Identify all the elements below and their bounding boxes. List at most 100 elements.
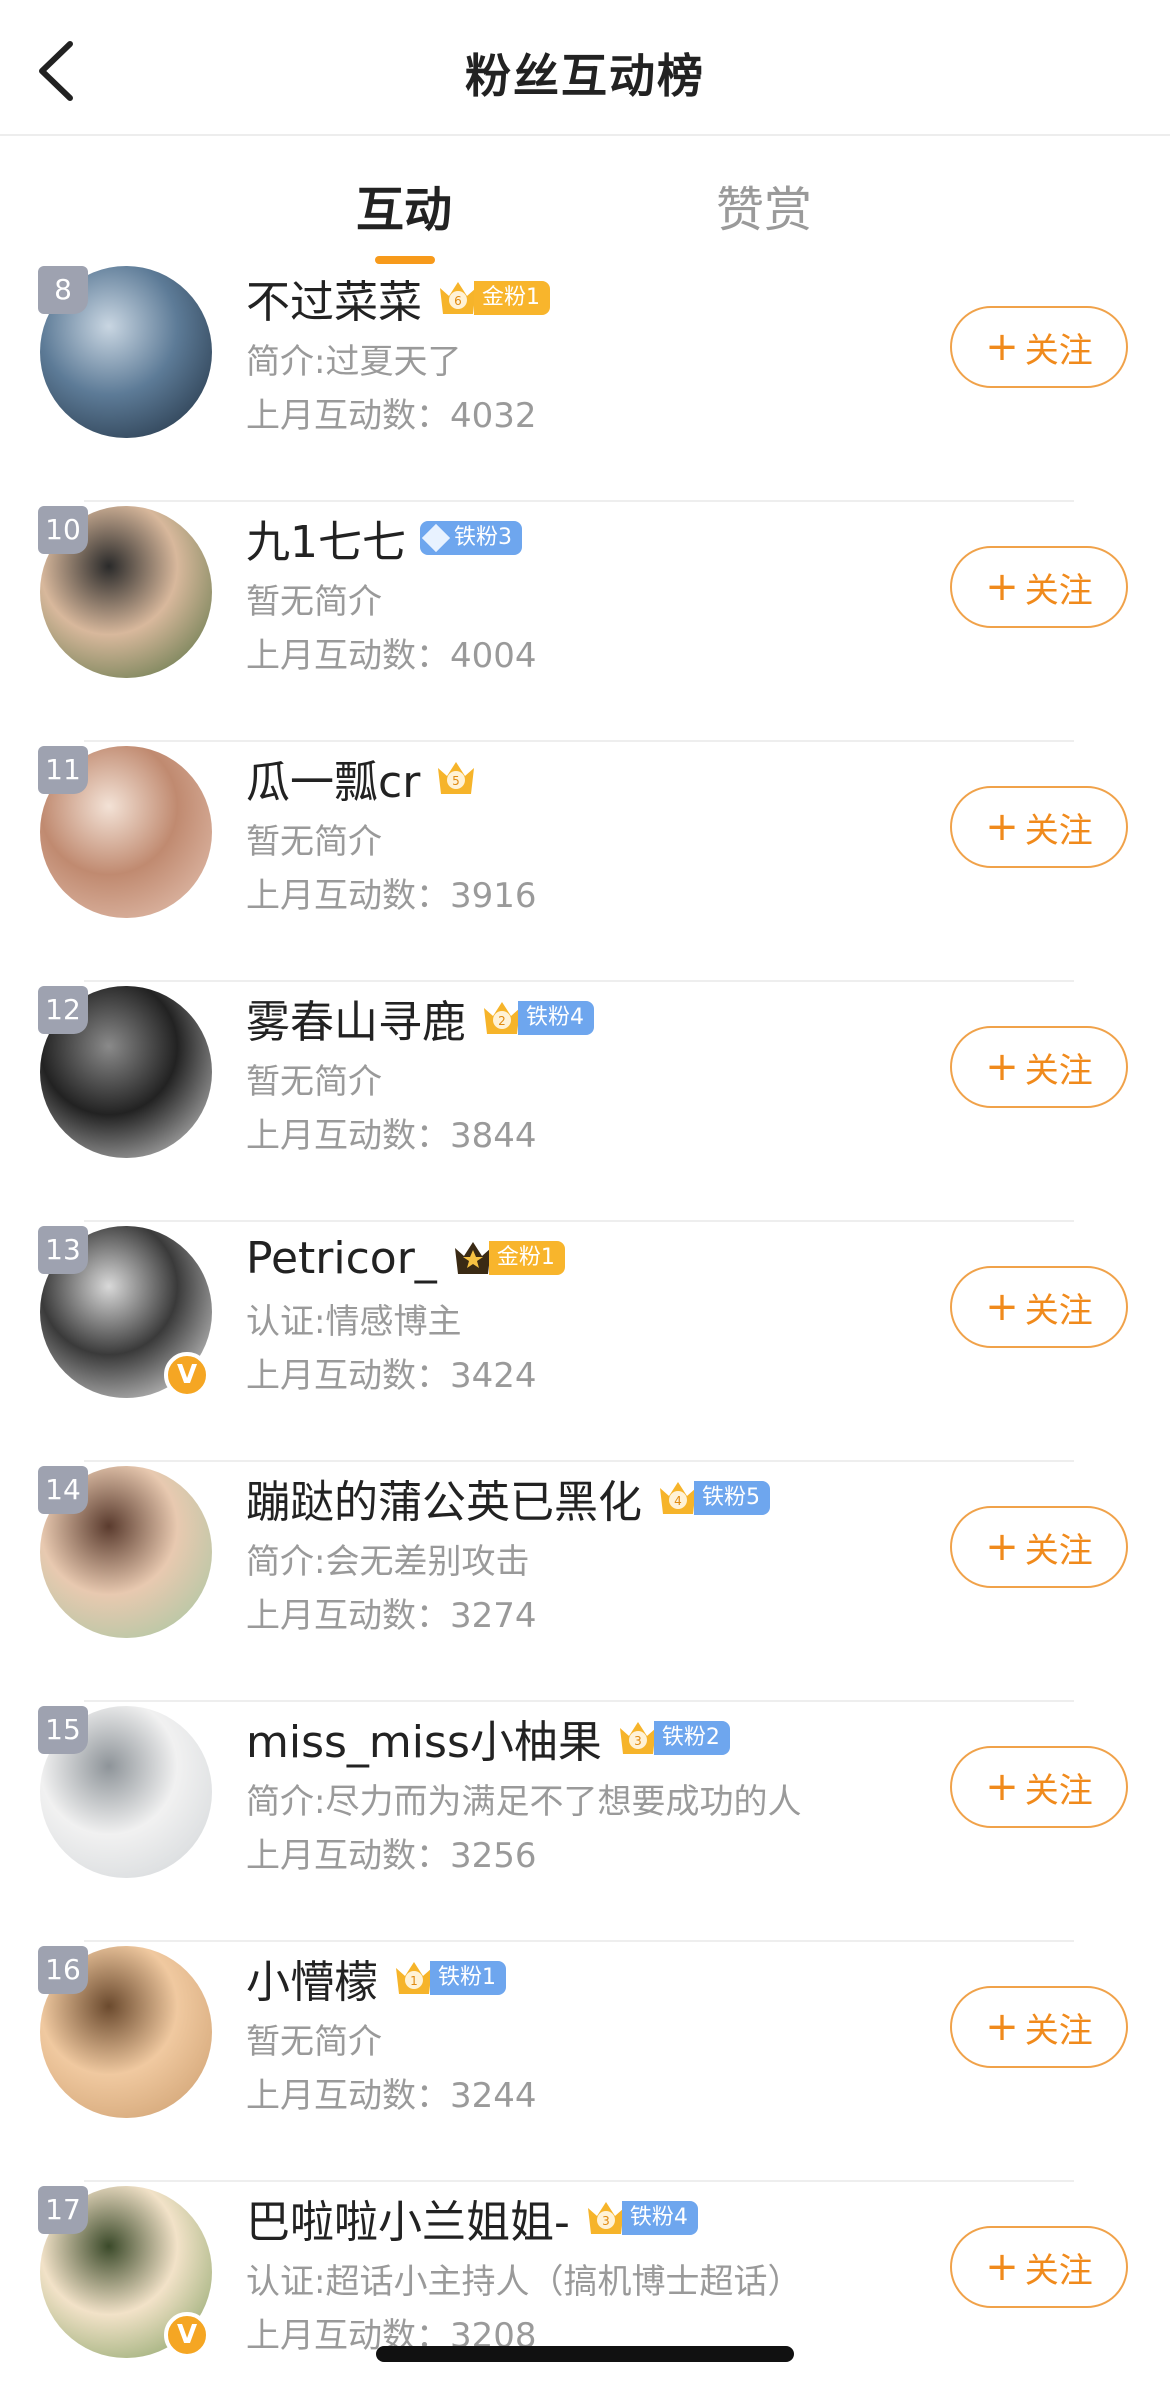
verified-icon: V (164, 1352, 210, 1398)
rank-badge: 10 (38, 506, 88, 554)
fan-bio: 暂无简介 (246, 1062, 382, 1102)
fan-name[interactable]: Petricor_ (246, 1233, 437, 1284)
fan-level-tag: 金粉1 (474, 281, 550, 315)
fan-level-tag: 铁粉4 (518, 1001, 594, 1035)
avatar-container[interactable]: 17 V (38, 2186, 212, 2358)
fan-row[interactable]: 11 瓜一瓢cr 5 暂无简介 上月互动数：3916 + 关注 (0, 742, 1170, 982)
fan-row[interactable]: 16 小懵檬 1 铁粉1 暂无简介 上月互动数：3244 + 关注 (0, 1942, 1170, 2182)
fan-level-tag: 铁粉3 (420, 521, 522, 555)
avatar-container[interactable]: 8 (38, 266, 212, 438)
fan-name[interactable]: 不过菜菜 (246, 266, 422, 330)
avatar-container[interactable]: 14 (38, 1466, 212, 1638)
fan-badge: 6 金粉1 (436, 278, 550, 318)
follow-label: 关注 (1024, 2250, 1093, 2291)
interaction-count: 上月互动数：3256 (246, 1836, 537, 1876)
svg-text:3: 3 (602, 2214, 610, 2228)
follow-label: 关注 (1024, 330, 1093, 371)
plus-icon: + (985, 1764, 1019, 1810)
follow-label: 关注 (1024, 1290, 1093, 1331)
name-line: 雾春山寻鹿 2 铁粉4 (246, 988, 594, 1048)
follow-button[interactable]: + 关注 (950, 1266, 1128, 1348)
interaction-count: 上月互动数：4032 (246, 396, 537, 436)
name-line: miss_miss小柚果 3 铁粉2 (246, 1708, 730, 1768)
fan-name[interactable]: 雾春山寻鹿 (246, 986, 466, 1050)
fan-bio: 简介:尽力而为满足不了想要成功的人 (246, 1782, 802, 1822)
fan-bio: 暂无简介 (246, 582, 382, 622)
fan-row[interactable]: 14 蹦跶的蒲公英已黑化 4 铁粉5 简介:会无差别攻击 上月互动数：3274 + 关注 (0, 1462, 1170, 1702)
rank-badge: 8 (38, 266, 88, 314)
avatar-container[interactable]: 16 (38, 1946, 212, 2118)
fan-badge: 5 (434, 758, 478, 798)
fan-name[interactable]: 瓜一瓢cr (246, 746, 420, 810)
rank-badge: 16 (38, 1946, 88, 1994)
follow-button[interactable]: + 关注 (950, 1986, 1128, 2068)
follow-label: 关注 (1024, 1050, 1093, 1091)
avatar-container[interactable]: 12 (38, 986, 212, 1158)
plus-icon: + (985, 324, 1019, 370)
plus-icon: + (985, 804, 1019, 850)
fan-name[interactable]: 巴啦啦小兰姐姐- (246, 2186, 570, 2250)
rank-badge: 12 (38, 986, 88, 1034)
avatar-container[interactable]: 13 V (38, 1226, 212, 1398)
follow-label: 关注 (1024, 810, 1093, 851)
follow-button[interactable]: + 关注 (950, 546, 1128, 628)
tab-interaction[interactable]: 互动 (356, 170, 452, 240)
fan-bio: 简介:会无差别攻击 (246, 1542, 530, 1582)
fan-name[interactable]: 小懵檬 (246, 1946, 378, 2010)
avatar-container[interactable]: 11 (38, 746, 212, 918)
fan-row[interactable]: 13 V Petricor_ 金粉1 认证:情感博主上月互动数：3424 + 关注 (0, 1222, 1170, 1462)
interaction-count: 上月互动数：3274 (246, 1596, 537, 1636)
fan-level-tag: 铁粉4 (621, 2201, 698, 2235)
fan-row[interactable]: 8 不过菜菜 6 金粉1 简介:过夏天了 上月互动数：4032 + 关注 (0, 262, 1170, 502)
rank-badge: 11 (38, 746, 88, 794)
svg-text:6: 6 (454, 294, 462, 308)
fan-row[interactable]: 12 雾春山寻鹿 2 铁粉4 暂无简介上月互动数：3844 + 关注 (0, 982, 1170, 1222)
interaction-count: 上月互动数：3424 (246, 1356, 537, 1396)
fan-badge: 铁粉3 (420, 518, 522, 558)
follow-button[interactable]: + 关注 (950, 1746, 1128, 1828)
fan-list: 8 不过菜菜 6 金粉1 简介:过夏天了 上月互动数：4032 + 关注 10 九1七七 铁粉3 暂无… (0, 262, 1170, 2396)
name-line: 蹦跶的蒲公英已黑化 4 铁粉5 (246, 1468, 770, 1528)
fan-name[interactable]: 九1七七 (246, 506, 406, 570)
name-line: 巴啦啦小兰姐姐- 3 铁粉4 (246, 2188, 698, 2248)
fan-badge: 1 铁粉1 (392, 1958, 506, 1998)
plus-icon: + (985, 2244, 1019, 2290)
tab-reward[interactable]: 赞赏 (716, 170, 812, 240)
follow-button[interactable]: + 关注 (950, 1026, 1128, 1108)
plus-icon: + (985, 564, 1019, 610)
fan-badge: 金粉1 (451, 1238, 565, 1278)
nav-bar: 粉丝互动榜 (0, 0, 1170, 136)
avatar-container[interactable]: 15 (38, 1706, 212, 1878)
name-line: 小懵檬 1 铁粉1 (246, 1948, 506, 2008)
fan-row[interactable]: 17 V 巴啦啦小兰姐姐- 3 铁粉4 认证:超话小主持人（搞机博士超话） 上月互动数：32… (0, 2182, 1170, 2396)
crown-icon: 5 (434, 758, 478, 798)
fan-level-text: 铁粉3 (454, 525, 512, 550)
svg-text:1: 1 (410, 1974, 418, 1988)
verified-icon: V (164, 2312, 210, 2358)
fan-badge: 3 铁粉2 (616, 1718, 730, 1758)
interaction-count: 上月互动数：4004 (246, 636, 537, 676)
name-line: 瓜一瓢cr 5 (246, 748, 478, 808)
svg-text:5: 5 (452, 774, 460, 788)
interaction-count: 上月互动数：3916 (246, 876, 537, 916)
svg-text:2: 2 (498, 1014, 506, 1028)
rank-badge: 17 (38, 2186, 88, 2234)
fan-name[interactable]: miss_miss小柚果 (246, 1706, 602, 1770)
fan-row[interactable]: 15 miss_miss小柚果 3 铁粉2 简介:尽力而为满足不了想要成功的人 上月互动数… (0, 1702, 1170, 1942)
fan-row[interactable]: 10 九1七七 铁粉3 暂无简介上月互动数：4004 + 关注 (0, 502, 1170, 742)
fan-name[interactable]: 蹦跶的蒲公英已黑化 (246, 1466, 642, 1530)
follow-label: 关注 (1024, 2010, 1093, 2051)
fan-level-tag: 铁粉2 (653, 1721, 730, 1755)
plus-icon: + (985, 1524, 1019, 1570)
tab-bar: 互动 赞赏 (0, 160, 1170, 270)
name-line: 九1七七 铁粉3 (246, 508, 522, 568)
avatar-container[interactable]: 10 (38, 506, 212, 678)
interaction-count: 上月互动数：3844 (246, 1116, 537, 1156)
follow-button[interactable]: + 关注 (950, 2226, 1128, 2308)
svg-text:3: 3 (634, 1734, 642, 1748)
follow-button[interactable]: + 关注 (950, 306, 1128, 388)
follow-button[interactable]: + 关注 (950, 1506, 1128, 1588)
fan-bio: 认证:情感博主 (246, 1302, 462, 1342)
page-title: 粉丝互动榜 (465, 49, 705, 103)
follow-button[interactable]: + 关注 (950, 786, 1128, 868)
